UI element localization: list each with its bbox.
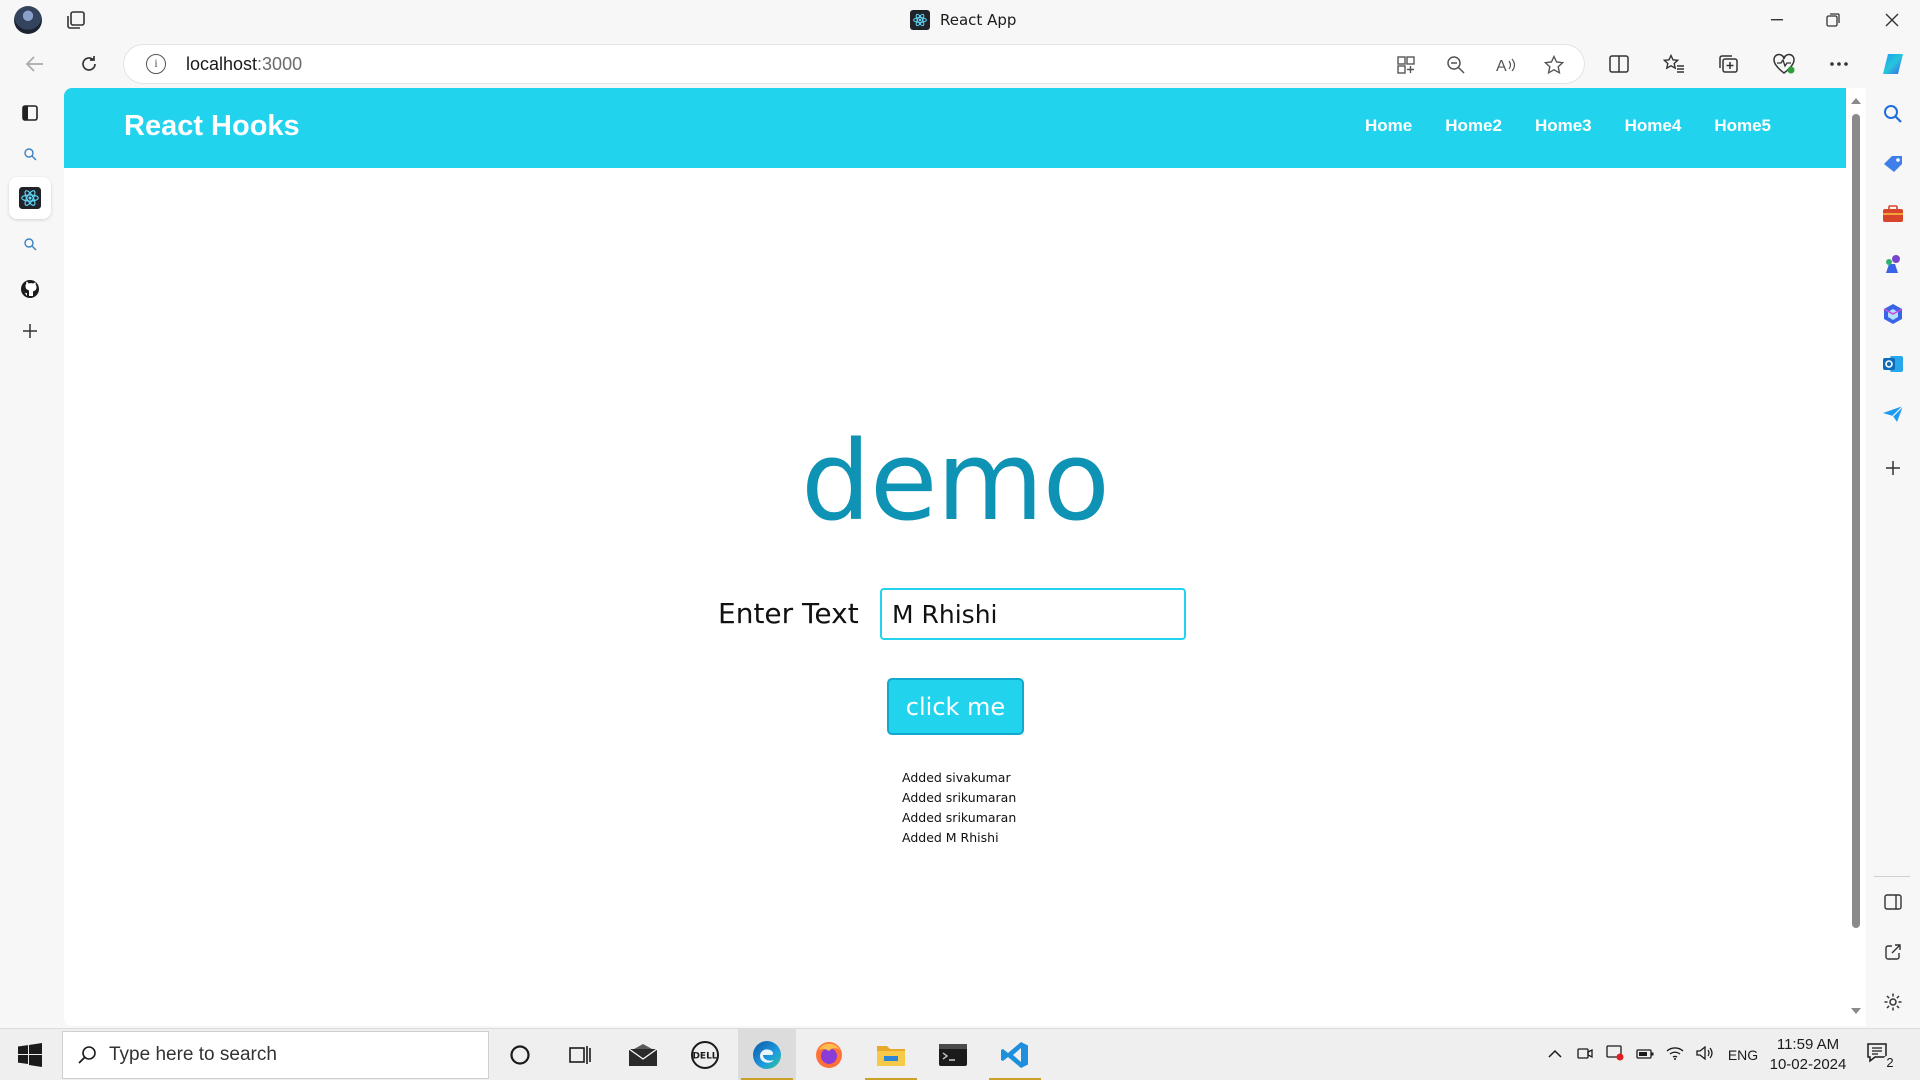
cortana-icon[interactable] <box>491 1029 549 1080</box>
vertical-tabs-sidebar <box>0 88 62 1028</box>
notifications-icon[interactable]: 2 <box>1866 1041 1898 1071</box>
sidebar-send-icon[interactable] <box>1879 400 1907 428</box>
page-scrollbar[interactable] <box>1846 88 1866 1026</box>
more-options-icon[interactable] <box>1824 50 1854 78</box>
url-port: :3000 <box>257 54 303 74</box>
wifi-icon[interactable] <box>1660 1046 1690 1065</box>
show-hidden-icons-chevron-icon[interactable] <box>1540 1046 1570 1064</box>
sidebar-outlook-icon[interactable] <box>1879 350 1907 378</box>
vscode-app-icon[interactable] <box>986 1029 1044 1080</box>
sidebar-tools-icon[interactable] <box>1879 200 1907 228</box>
meet-now-icon[interactable] <box>1570 1046 1600 1065</box>
input-label: Enter Text <box>718 597 859 630</box>
clock-time: 11:59 AM <box>1776 1036 1840 1053</box>
added-log-list: Added sivakumar Added srikumaran Added s… <box>902 768 1016 848</box>
windows-taskbar: Type here to search DELL ENG 11:59 AM 10… <box>0 1028 1920 1080</box>
sidebar-m365-icon[interactable] <box>1879 300 1907 328</box>
active-tab[interactable]: React App <box>910 10 1016 30</box>
scroll-down-arrow[interactable] <box>1851 1008 1861 1014</box>
favorites-icon[interactable] <box>1659 50 1689 78</box>
task-view-icon[interactable] <box>551 1029 609 1080</box>
nav-link-home3[interactable]: Home3 <box>1535 116 1592 136</box>
open-external-icon[interactable] <box>1879 938 1907 966</box>
collections-icon[interactable] <box>1714 50 1744 78</box>
volume-icon[interactable] <box>1690 1045 1720 1065</box>
security-alert-icon[interactable] <box>1600 1044 1630 1066</box>
scroll-up-arrow[interactable] <box>1851 98 1861 104</box>
sidebar-games-icon[interactable] <box>1879 250 1907 278</box>
github-icon[interactable] <box>9 268 51 310</box>
address-bar[interactable]: i localhost:3000 A <box>124 45 1584 83</box>
react-app-tab[interactable] <box>9 177 51 219</box>
firefox-app-icon[interactable] <box>800 1029 858 1080</box>
mail-app-icon[interactable] <box>614 1029 672 1080</box>
scroll-thumb[interactable] <box>1852 114 1860 928</box>
page-heading: demo <box>801 417 1110 545</box>
hide-sidebar-icon[interactable] <box>1879 888 1907 916</box>
tab-title-text: React App <box>940 11 1017 29</box>
close-window-button[interactable] <box>1864 0 1920 40</box>
taskbar-search-box[interactable]: Type here to search <box>62 1031 489 1079</box>
react-logo-icon <box>910 10 930 30</box>
read-aloud-icon[interactable]: A <box>1495 54 1517 76</box>
taskbar-search-placeholder: Type here to search <box>109 1044 277 1065</box>
favorite-star-icon[interactable] <box>1543 54 1565 76</box>
sidebar-shopping-icon[interactable] <box>1879 150 1907 178</box>
svg-text:A: A <box>1496 58 1507 75</box>
clock-date: 10-02-2024 <box>1769 1056 1847 1073</box>
sidebar-settings-gear-icon[interactable] <box>1879 988 1907 1016</box>
taskbar-search-icon <box>78 1046 96 1064</box>
back-button[interactable] <box>20 50 50 78</box>
nav-link-home4[interactable]: Home4 <box>1625 116 1682 136</box>
url-text[interactable]: localhost:3000 <box>186 54 302 75</box>
battery-icon[interactable] <box>1630 1046 1660 1064</box>
tab-actions-icon[interactable] <box>66 10 88 30</box>
app-brand[interactable]: React Hooks <box>124 110 300 143</box>
text-input[interactable] <box>880 588 1186 640</box>
refresh-button[interactable] <box>74 50 104 78</box>
nav-link-home5[interactable]: Home5 <box>1714 116 1771 136</box>
file-explorer-icon[interactable] <box>862 1029 920 1080</box>
zoom-out-icon[interactable] <box>1445 54 1467 76</box>
nav-link-home2[interactable]: Home2 <box>1445 116 1502 136</box>
profile-avatar[interactable] <box>14 6 42 34</box>
system-tray: ENG <box>1540 1029 1766 1080</box>
edge-app-icon[interactable] <box>738 1029 796 1080</box>
log-entry: Added M Rhishi <box>902 830 999 845</box>
taskbar-clock[interactable]: 11:59 AM 10-02-2024 <box>1758 1035 1858 1075</box>
new-tab-plus-icon[interactable] <box>9 310 51 352</box>
search-tab-2-icon[interactable] <box>9 223 51 265</box>
app-nav-menu: Home Home2 Home3 Home4 Home5 <box>1365 116 1771 136</box>
page-viewport: React Hooks Home Home2 Home3 Home4 Home5… <box>64 88 1866 1026</box>
search-tab-icon[interactable] <box>9 133 51 175</box>
dell-app-icon[interactable]: DELL <box>676 1029 734 1080</box>
app-available-icon[interactable] <box>1395 54 1417 76</box>
browser-essentials-icon[interactable] <box>1769 50 1799 78</box>
click-me-button[interactable]: click me <box>887 678 1024 735</box>
sidebar-divider <box>1874 876 1910 877</box>
tab-actions-menu-icon[interactable] <box>9 92 51 134</box>
restore-button[interactable] <box>1805 0 1861 40</box>
edge-sidebar <box>1866 88 1920 1028</box>
terminal-app-icon[interactable] <box>924 1029 982 1080</box>
app-navbar: React Hooks Home Home2 Home3 Home4 Home5 <box>64 88 1846 168</box>
copilot-icon[interactable] <box>1878 50 1908 78</box>
log-entry: Added sivakumar <box>902 770 1011 785</box>
log-entry: Added srikumaran <box>902 810 1017 825</box>
url-host: localhost <box>186 54 258 74</box>
notification-count-badge: 2 <box>1882 1055 1898 1071</box>
nav-link-home[interactable]: Home <box>1365 116 1412 136</box>
split-screen-icon[interactable] <box>1604 50 1634 78</box>
sidebar-add-icon[interactable] <box>1879 454 1907 482</box>
sidebar-search-icon[interactable] <box>1879 100 1907 128</box>
windows-start-icon[interactable] <box>18 1043 42 1067</box>
log-entry: Added srikumaran <box>902 790 1017 805</box>
minimize-button[interactable] <box>1749 0 1805 40</box>
svg-text:DELL: DELL <box>692 1052 717 1062</box>
site-info-icon[interactable]: i <box>146 54 166 74</box>
title-bar: React App <box>0 0 1920 40</box>
